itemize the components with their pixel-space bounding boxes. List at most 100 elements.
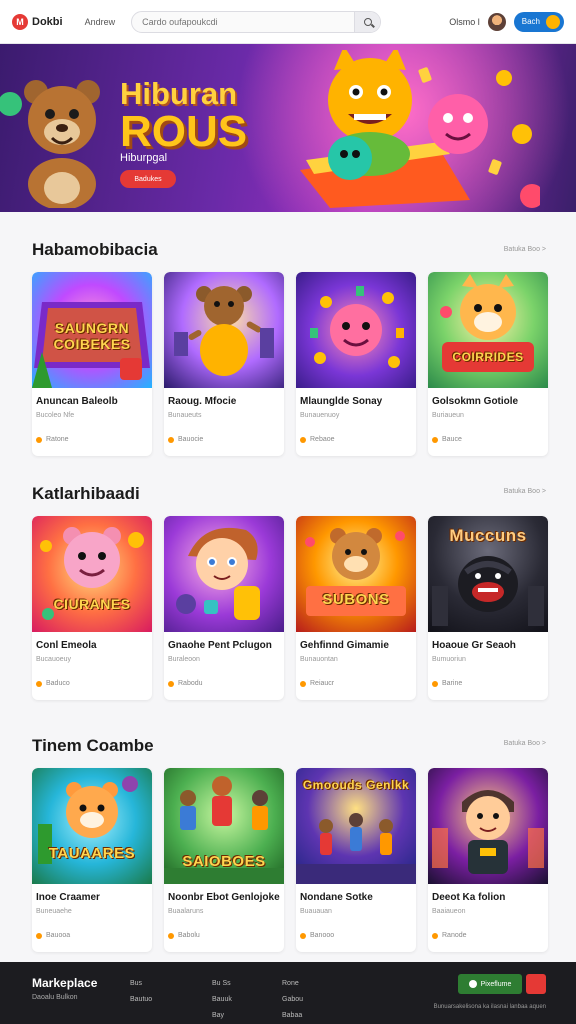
game-thumbnail [164,272,284,388]
game-meta-text: Banooo [310,932,335,939]
game-card[interactable]: Gnaohe Pent Pclugon Buraleoon Rabodu [164,516,284,700]
game-art-label: SAUNGRN COIBEKES [53,320,131,352]
game-art-label: Muccuns [449,526,527,545]
game-meta: Banooo [300,932,334,939]
nav-link[interactable]: Andrew [85,17,116,27]
game-subtitle: Bumuoriun [432,656,466,663]
footer-link[interactable]: Bauuk [212,992,232,1008]
game-title[interactable]: Nondane Sotke [300,892,373,903]
game-art-icon [176,527,260,620]
game-title[interactable]: Inoe Craamer [36,892,100,903]
game-meta: Baduco [36,680,70,687]
header-cta-button[interactable]: Bach [513,11,564,32]
header-cta-label: Bach [521,17,540,26]
section-title-1: Habamobibacia [32,240,158,259]
user-avatar[interactable] [487,12,506,31]
rating-icon [432,680,438,687]
hero-banner[interactable]: Hiburan ROUS Hiburpgal Badukes [0,44,576,212]
game-card[interactable]: CIURANES Conl Emeola Bucauoeuy Baduco [32,516,152,700]
game-thumbnail: SUBONS [296,516,416,632]
game-subtitle: Bucauoeuy [36,656,72,663]
game-thumbnail: CIURANES [32,516,152,632]
footer-link[interactable]: Babaa [282,1008,303,1024]
game-card[interactable]: Gmoouds Genlkk Nondane Sotke Buauauan Ba… [296,768,416,952]
search-input[interactable] [132,16,355,27]
mascot-group-icon [300,50,540,208]
game-subtitle: Buauauan [300,908,332,915]
rating-icon [36,932,42,939]
game-meta-text: Rabodu [178,680,203,687]
header-actions: Olsmo l Bach [449,11,564,32]
game-card[interactable]: COIRRIDES Golsokmn Gotiole Buriaueun Bau… [428,272,548,456]
footer-link[interactable]: Bu Ss [212,976,232,992]
footer-brand: Markeplace [32,976,98,990]
game-title[interactable]: Noonbr Ebot Genlojoke [168,892,280,903]
game-title[interactable]: Golsokmn Gotiole [432,396,518,407]
game-title[interactable]: Conl Emeola [36,640,97,651]
game-art-label: SUBONS [322,591,390,608]
game-title[interactable]: Anuncan Baleolb [36,396,118,407]
footer-link[interactable]: Bautuo [130,992,152,1008]
game-meta-text: Reiaucr [310,680,335,687]
game-subtitle: Bunauontan [300,656,338,663]
game-title[interactable]: Mlaunglde Sonay [300,396,382,407]
app-download-button[interactable]: Pixeflume [458,974,522,994]
hero-title-line2: ROUS [120,107,248,156]
section-link-1[interactable]: Batuka Boo > [504,246,546,253]
section-link-2[interactable]: Batuka Boo > [504,488,546,495]
game-meta: Bauce [432,436,462,443]
game-card[interactable]: SAIOBOES Noonbr Ebot Genlojoke Buaalarun… [164,768,284,952]
footer-link[interactable]: Bus [130,976,152,992]
game-card[interactable]: Mlaunglde Sonay Bunauenuoy Rebaoe [296,272,416,456]
search-bar [131,10,382,33]
game-card[interactable]: Muccuns Hoaoue Gr Seaoh Bumuoriun Barine [428,516,548,700]
game-art-icon [38,776,138,864]
game-subtitle: Buneuaehe [36,908,72,915]
site-logo[interactable]: M Dokbi [12,13,63,30]
game-title[interactable]: Gehfinnd Gimamie [300,640,389,651]
rating-icon [168,680,174,687]
section-link-3[interactable]: Batuka Boo > [504,740,546,747]
game-card[interactable]: Raoug. Mfocie Bunaueuts Bauocie [164,272,284,456]
game-art-icon [305,528,406,616]
game-card[interactable]: Deeot Ka folion Baaiaueon Ranode [428,768,548,952]
footer-link[interactable]: Gabou [282,992,303,1008]
game-meta: Rabodu [168,680,203,687]
rating-icon [300,436,306,443]
rating-icon [300,680,306,687]
secondary-app-button[interactable] [526,974,546,994]
game-card[interactable]: SUBONS Gehfinnd Gimamie Bunauontan Reiau… [296,516,416,700]
coin-icon [546,14,560,29]
game-title[interactable]: Gnaohe Pent Pclugon [168,640,272,651]
game-meta-text: Bauce [442,436,462,443]
hero-title-line1: Hiburan [120,76,238,111]
footer-link[interactable]: Bay [212,1008,232,1024]
game-title[interactable]: Hoaoue Gr Seaoh [432,640,516,651]
game-meta: Reiaucr [300,680,334,687]
rating-icon [36,436,42,443]
footer-column-2: Bu Ss Bauuk Bay [212,976,232,1024]
language-selector[interactable]: Olsmo l [449,17,480,27]
game-subtitle: Bunaueuts [168,412,202,419]
game-thumbnail: SAUNGRN COIBEKES [32,272,152,388]
game-meta: Barine [432,680,462,687]
game-title[interactable]: Raoug. Mfocie [168,396,236,407]
game-card[interactable]: SAUNGRN COIBEKES Anuncan Baleolb Bucoleo… [32,272,152,456]
game-meta: Ranode [432,932,467,939]
hero-button[interactable]: Badukes [120,170,176,188]
logo-mark: M [12,13,28,30]
game-meta: Ratone [36,436,69,443]
footer-link[interactable]: Rone [282,976,303,992]
section-title-2: Katlarhibaadi [32,484,140,503]
game-card[interactable]: TAUAARES Inoe Craamer Buneuaehe Bauooa [32,768,152,952]
game-meta: Bauocie [168,436,203,443]
app-download-label: Pixeflume [480,980,512,988]
game-thumbnail: Gmoouds Genlkk [296,768,416,884]
game-meta-text: Barine [442,680,463,687]
rating-icon [432,932,438,939]
game-meta-text: Babolu [178,932,200,939]
game-art-label: COIRRIDES [452,350,524,364]
game-title[interactable]: Deeot Ka folion [432,892,505,903]
game-thumbnail: SAIOBOES [164,768,284,884]
search-button[interactable] [354,11,381,32]
